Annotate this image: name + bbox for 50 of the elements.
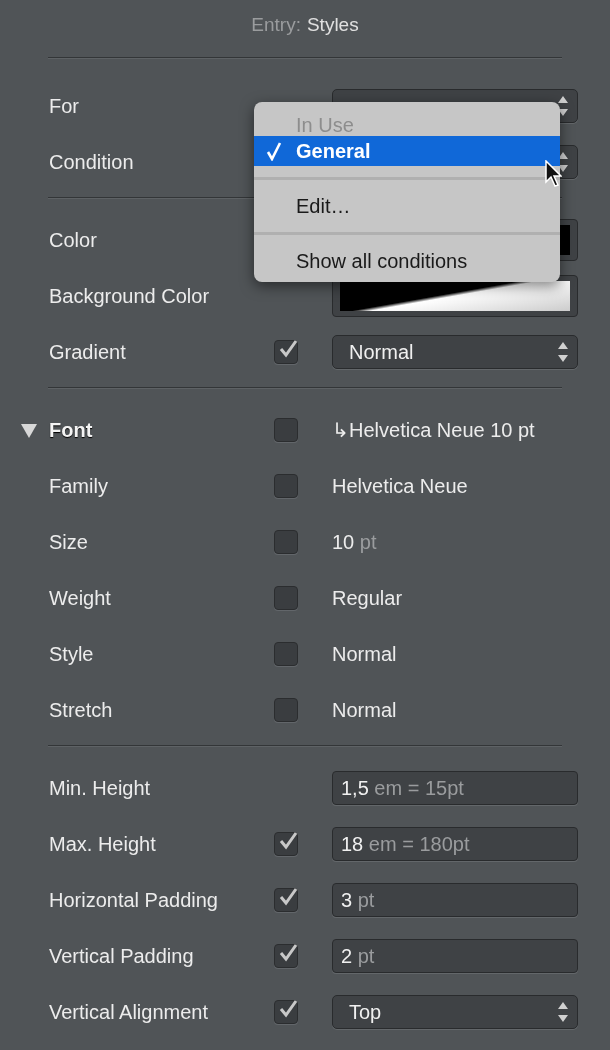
field-label: Family xyxy=(49,474,108,498)
stepper-arrows-icon xyxy=(557,341,569,363)
checkbox[interactable] xyxy=(274,642,298,666)
field-label: Horizontal Padding xyxy=(49,888,218,912)
mouse-pointer-icon xyxy=(544,160,562,188)
value-text: Helvetica Neue xyxy=(332,474,469,498)
checkbox[interactable] xyxy=(274,530,298,554)
checkbox[interactable] xyxy=(274,418,298,442)
checkbox[interactable] xyxy=(274,586,298,610)
checkbox[interactable] xyxy=(274,1000,298,1024)
field-label: Min. Height xyxy=(49,776,151,800)
menu-item[interactable]: Show all conditions xyxy=(254,246,560,276)
input-field[interactable]: 18 em = 180pt xyxy=(332,827,578,861)
value-text: Normal xyxy=(332,698,398,722)
field-label: Vertical Alignment xyxy=(49,1000,208,1024)
field-label: For xyxy=(49,94,79,118)
field-label: Stretch xyxy=(49,698,113,722)
checkbox[interactable] xyxy=(274,698,298,722)
title-label: Entry: xyxy=(251,14,301,37)
field-label: Color xyxy=(49,228,97,252)
popup-button[interactable]: Normal xyxy=(332,335,578,369)
value-text: 10 pt xyxy=(332,530,378,554)
checkbox[interactable] xyxy=(274,832,298,856)
input-field[interactable]: 3 pt xyxy=(332,883,578,917)
menu-item[interactable]: General xyxy=(254,136,560,166)
panel-title: Styles xyxy=(306,14,359,37)
popup-button[interactable]: Top xyxy=(332,995,578,1029)
field-label: Gradient xyxy=(49,340,126,364)
value-text: Normal xyxy=(332,642,398,666)
field-label: Vertical Padding xyxy=(49,944,194,968)
field-label: Style xyxy=(49,642,94,666)
input-field[interactable]: 1,5 em = 15pt xyxy=(332,771,578,805)
checkbox[interactable] xyxy=(274,474,298,498)
checkbox[interactable] xyxy=(274,888,298,912)
field-label: Weight xyxy=(49,586,111,610)
value-text: ↳Helvetica Neue 10 pt xyxy=(332,418,536,442)
checkbox[interactable] xyxy=(274,944,298,968)
group-label: Font xyxy=(49,418,93,442)
field-label: Size xyxy=(49,530,88,554)
field-label: Condition xyxy=(49,150,134,174)
menu-header: In Use xyxy=(295,113,355,136)
checkmark-icon xyxy=(266,141,282,161)
disclosure-triangle-icon[interactable] xyxy=(20,423,38,439)
value-text: Regular xyxy=(332,586,404,610)
field-label: Background Color xyxy=(49,284,210,308)
stepper-arrows-icon xyxy=(557,1001,569,1023)
checkbox[interactable] xyxy=(274,340,298,364)
input-field[interactable]: 2 pt xyxy=(332,939,578,973)
field-label: Max. Height xyxy=(49,832,156,856)
menu-item[interactable]: Edit… xyxy=(254,191,560,221)
